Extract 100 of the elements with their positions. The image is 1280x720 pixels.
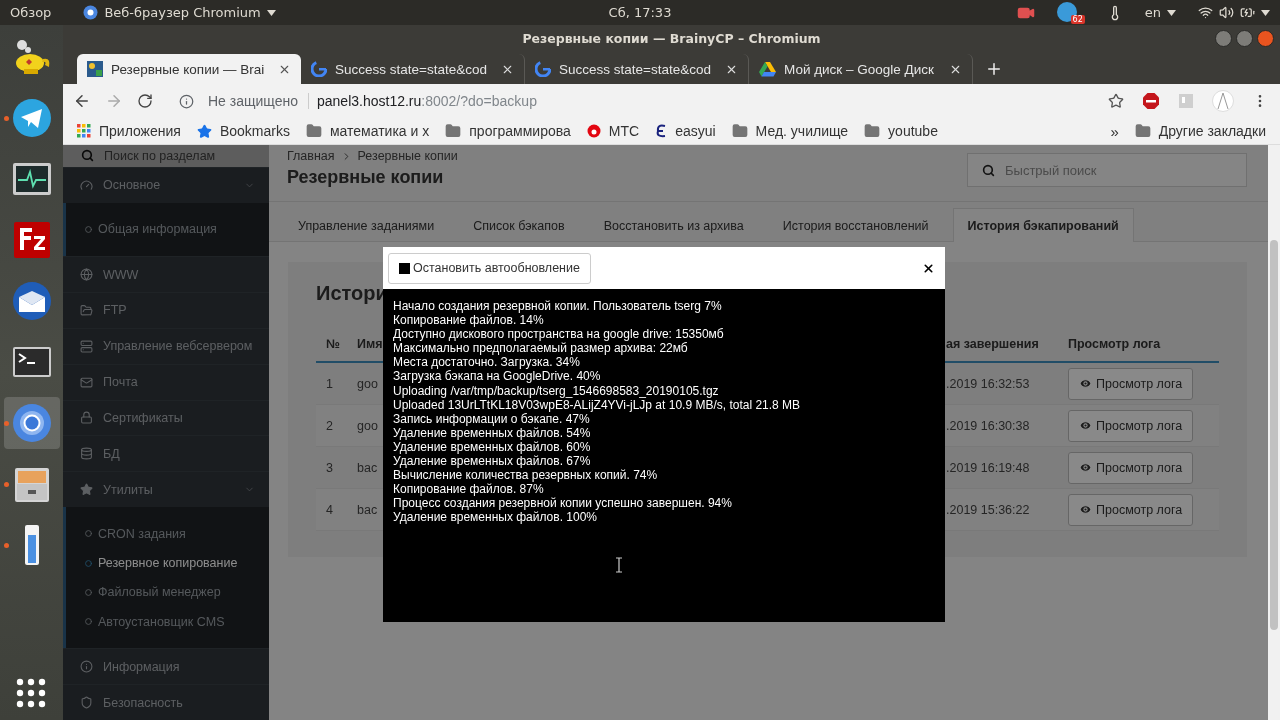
browser-tab[interactable]: Резервные копии — Brai	[77, 54, 301, 84]
bullet-icon	[85, 559, 92, 567]
page-tab[interactable]: История бэкапирований	[952, 208, 1134, 242]
log-line: Начало создания резервной копии. Пользователь tserg 7%	[393, 299, 723, 314]
bullet-icon	[85, 618, 92, 626]
view-log-button[interactable]: Просмотр лога	[1068, 451, 1194, 484]
caret-icon	[266, 9, 276, 16]
submenu-item[interactable]: CRON задания	[66, 519, 269, 549]
caret-icon[interactable]	[1261, 9, 1270, 16]
database-icon	[80, 447, 93, 461]
log-line: Процесс создания резервной копии успешно завершен. 94%	[393, 496, 733, 511]
bookmark[interactable]: МТС	[586, 123, 640, 139]
shield-icon	[80, 696, 93, 710]
eye-icon	[1079, 377, 1092, 390]
log-line: Вычисление количества резервных копий. 74%	[393, 468, 659, 483]
minimize-button[interactable]	[1215, 30, 1232, 47]
close-icon[interactable]	[922, 261, 935, 275]
submenu-item[interactable]: Автоустановщик CMS	[66, 607, 269, 637]
bookmark[interactable]: Bookmarks	[196, 123, 290, 139]
bookmark-star-icon[interactable]	[1108, 93, 1124, 109]
bookmark[interactable]: программирова	[445, 123, 571, 139]
search-icon	[982, 163, 995, 177]
clock[interactable]: Сб, 17:33	[608, 5, 672, 20]
language-indicator[interactable]: en	[1144, 5, 1161, 20]
submenu-item[interactable]: Резервное копирование	[66, 548, 269, 578]
close-button[interactable]	[1257, 30, 1274, 47]
new-tab-icon[interactable]	[985, 60, 1003, 78]
adblock-icon[interactable]	[1142, 92, 1160, 110]
log-line: Uploaded 13UrLTtKL18V03wpE8-ALijZ4YVi-jLJp at 10.9 MB/s, total 21.8 MB	[393, 397, 802, 412]
script-e-icon	[655, 123, 668, 139]
volume-icon[interactable]	[1219, 5, 1234, 20]
view-log-button[interactable]: Просмотр лога	[1068, 409, 1194, 442]
window-title: Резервные копии — BrainyCP – Chromium	[522, 31, 821, 46]
folder-icon	[1134, 123, 1151, 139]
page-tab[interactable]: Список бэкапов	[458, 208, 580, 242]
log-line: Максимально предполагаемый размер архива: 22мб	[393, 341, 689, 356]
submenu-item[interactable]: Файловый менеджер	[66, 577, 269, 608]
breadcrumb-link[interactable]: Главная	[287, 149, 335, 163]
log-line: Uploading /var/tmp/backup/tserg_1546698583_20190105.tgz	[393, 383, 720, 398]
log-line: Удаление временных файлов. 67%	[393, 454, 592, 469]
view-log-button[interactable]: Просмотр лога	[1068, 367, 1194, 400]
page-tab[interactable]: Управление заданиями	[283, 208, 450, 242]
view-log-button[interactable]: Просмотр лога	[1068, 493, 1194, 526]
notification-badge: 62	[1070, 14, 1085, 24]
bullet-icon	[85, 588, 92, 596]
log-line: Доступно дискового пространства на google drive: 15350мб	[393, 327, 725, 342]
info-icon[interactable]	[179, 93, 194, 109]
star-icon	[80, 483, 93, 497]
bookmark[interactable]: youtube	[864, 123, 938, 139]
site-favicon	[87, 61, 103, 77]
bookmark[interactable]: Мед. училище	[731, 123, 849, 139]
more-bookmarks-button[interactable]: »	[1110, 122, 1119, 140]
app-menu[interactable]: Веб-браузер Chromium	[104, 5, 261, 20]
star-icon	[196, 123, 212, 139]
envelope-icon	[80, 375, 93, 389]
log-line: Запись информации о бэкапе. 47%	[393, 411, 590, 426]
wifi-icon[interactable]	[1198, 5, 1213, 20]
page-tab[interactable]: Восстановить из архива	[588, 208, 759, 242]
column-header: Имя	[349, 327, 381, 363]
log-line: Копирование файлов. 14%	[393, 313, 545, 328]
gauge-icon	[80, 178, 93, 192]
show-apps-icon[interactable]	[16, 678, 46, 708]
back-icon[interactable]	[73, 92, 91, 110]
google-icon	[535, 61, 551, 77]
log-line: Места достаточно. Загрузка. 34%	[393, 355, 581, 370]
scrollbar-thumb[interactable]	[1270, 240, 1278, 630]
column-header: №	[316, 327, 349, 363]
browser-icon	[83, 5, 99, 20]
bullet-icon	[85, 225, 92, 233]
search-icon	[81, 149, 94, 163]
bookmark[interactable]: Другие закладки	[1134, 123, 1266, 139]
log-line: Копирование файлов. 87%	[393, 482, 545, 497]
globe-icon	[80, 268, 93, 282]
log-line: Загрузка бэкапа на GoogleDrive. 40%	[393, 369, 602, 384]
security-label: Не защищено	[208, 93, 298, 109]
google-icon	[311, 61, 327, 77]
dock-item[interactable]	[3, 397, 60, 449]
battery-icon[interactable]	[1240, 5, 1255, 20]
folder-icon	[864, 123, 881, 139]
bookmark[interactable]: easyui	[655, 123, 716, 139]
lock-icon	[80, 411, 93, 425]
bookmark[interactable]: математика и х	[305, 123, 430, 139]
eye-icon	[1079, 461, 1092, 474]
drop-logo-icon	[586, 124, 601, 138]
bookmark[interactable]: Приложения	[77, 123, 181, 139]
stop-autorefresh-button[interactable]: Остановить автообновление	[388, 252, 591, 284]
activities-button[interactable]: Обзор	[10, 5, 52, 20]
stop-icon	[399, 262, 410, 274]
log-line: Удаление временных файлов. 100%	[393, 510, 599, 525]
folder-icon	[80, 303, 93, 317]
page-tab[interactable]: История восстановлений	[767, 208, 944, 242]
log-line: Удаление временных файлов. 54%	[393, 425, 592, 440]
address-text[interactable]: panel3.host12.ru:8002/?do=backup	[308, 93, 537, 109]
page-title: Резервные копии	[287, 167, 445, 188]
maximize-button[interactable]	[1236, 30, 1253, 47]
folder-icon	[731, 123, 748, 139]
folder-icon	[305, 123, 322, 139]
folder-icon	[445, 123, 462, 139]
reload-icon[interactable]	[137, 93, 153, 109]
bullet-icon	[85, 530, 92, 538]
